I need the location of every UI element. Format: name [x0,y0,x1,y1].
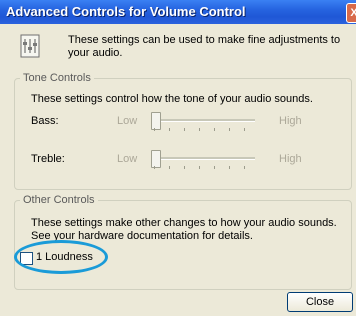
annotation-ellipse [14,240,108,274]
treble-slider-track [151,157,255,160]
settings-panel-icon [20,34,40,58]
treble-low-label: Low [117,153,138,165]
bass-tick [244,128,245,131]
treble-label: Treble: [31,153,65,165]
bass-tick [229,128,230,131]
bass-slider-thumb[interactable] [151,112,161,130]
tone-controls-description: These settings control how the tone of y… [31,93,313,105]
treble-tick [214,166,215,169]
treble-tick [199,166,200,169]
treble-slider-thumb[interactable] [151,150,161,168]
advanced-controls-dialog: Advanced Controls for Volume Control X T… [0,0,356,316]
treble-tick [169,166,170,169]
treble-tick [184,166,185,169]
treble-tick [229,166,230,169]
tone-controls-group: Tone Controls These settings control how… [14,72,352,190]
treble-tick [244,166,245,169]
close-button[interactable]: Close [287,292,353,312]
treble-high-label: High [279,153,302,165]
other-controls-legend: Other Controls [20,194,98,206]
bass-low-label: Low [117,115,138,127]
bass-label: Bass: [31,115,59,127]
bass-tick [199,128,200,131]
bass-slider-track [151,119,255,122]
close-window-icon[interactable]: X [346,3,356,23]
window-title: Advanced Controls for Volume Control [6,4,246,19]
bass-tick [154,128,155,131]
bass-tick [214,128,215,131]
treble-tick [154,166,155,169]
tone-controls-legend: Tone Controls [20,72,94,84]
treble-slider[interactable] [151,149,259,171]
other-controls-description: These settings make other changes to how… [31,217,337,242]
intro-text: These settings can be used to make fine … [68,34,341,59]
bass-tick [169,128,170,131]
title-bar[interactable]: Advanced Controls for Volume Control X [0,0,356,24]
bass-slider[interactable] [151,111,259,133]
bass-high-label: High [279,115,302,127]
bass-tick [184,128,185,131]
